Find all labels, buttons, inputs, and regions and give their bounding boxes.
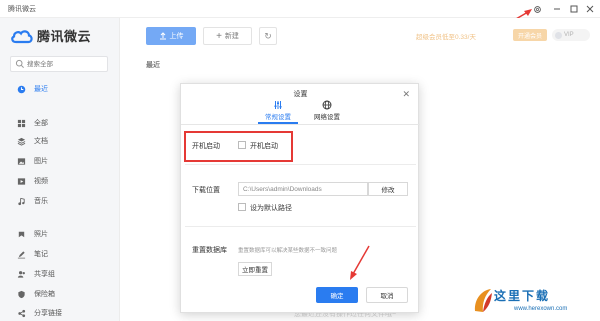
group-icon	[16, 269, 26, 279]
sidebar-item-label: 保险箱	[34, 291, 55, 298]
tab-divider	[181, 124, 420, 125]
sidebar-item-label: 图片	[34, 158, 48, 165]
logo-text: 腾讯微云	[37, 29, 92, 44]
tab-network-settings[interactable]: 网络设置	[307, 100, 347, 121]
video-icon	[16, 176, 26, 186]
annotation-highlight-box	[184, 131, 293, 162]
default-path-label[interactable]: 设为默认路径	[250, 203, 292, 213]
sidebar-item-label: 视频	[34, 178, 48, 185]
sidebar-item-music[interactable]: 音乐	[0, 193, 119, 209]
sidebar-item-photos[interactable]: 照片	[0, 226, 119, 242]
watermark: 这里下载 www.herexown.com	[472, 285, 598, 319]
link-icon	[16, 308, 26, 318]
music-icon	[16, 196, 26, 206]
watermark-text: 这里下载	[494, 289, 551, 303]
annotation-arrow-ok	[350, 245, 370, 280]
photo-icon	[16, 229, 26, 239]
sidebar-item-label: 音乐	[34, 198, 48, 205]
sidebar-item-share-links[interactable]: 分享链接	[0, 305, 119, 321]
sidebar-item-shared-groups[interactable]: 共享组	[0, 266, 119, 282]
sidebar: 腾讯微云 最近 全部 文档 图片 视频 音乐 照片 笔记	[0, 18, 120, 321]
dialog-title: 设置	[293, 91, 308, 98]
window-title: 腾讯微云	[8, 6, 36, 13]
globe-icon	[322, 100, 332, 110]
sidebar-item-notes[interactable]: 笔记	[0, 246, 119, 262]
tab-label: 常规设置	[265, 114, 291, 121]
sidebar-item-label: 分享链接	[34, 310, 62, 317]
sidebar-item-docs[interactable]: 文档	[0, 133, 119, 149]
modify-path-button[interactable]: 修改	[368, 182, 408, 196]
default-path-checkbox[interactable]	[238, 203, 246, 211]
app-logo: 腾讯微云	[10, 26, 91, 45]
layers-icon	[16, 136, 26, 146]
sidebar-item-label: 全部	[34, 120, 48, 127]
pen-icon	[16, 249, 26, 259]
sidebar-item-label: 文档	[34, 138, 48, 145]
sidebar-item-label: 笔记	[34, 251, 48, 258]
reset-database-label: 重置数据库	[192, 247, 227, 254]
divider	[185, 226, 416, 227]
tab-general-settings[interactable]: 常规设置	[258, 100, 298, 121]
reset-database-desc: 重置数据库可以解决某些数据不一致问题	[238, 248, 338, 254]
watermark-logo-icon	[474, 289, 492, 312]
close-icon[interactable]	[582, 1, 598, 17]
search-icon	[15, 59, 24, 68]
reset-now-button[interactable]: 立即重置	[238, 262, 272, 276]
maximize-icon[interactable]	[566, 1, 582, 17]
sliders-icon	[274, 101, 282, 109]
divider	[185, 164, 416, 165]
sidebar-item-safe[interactable]: 保险箱	[0, 286, 119, 302]
grid-icon	[16, 118, 26, 128]
sidebar-item-videos[interactable]: 视频	[0, 173, 119, 189]
active-tab-indicator	[258, 122, 298, 124]
sidebar-item-images[interactable]: 图片	[0, 153, 119, 169]
tab-label: 网络设置	[314, 114, 340, 121]
ok-button[interactable]: 确定	[316, 287, 358, 303]
sidebar-item-label: 最近	[34, 86, 48, 93]
sidebar-item-label: 共享组	[34, 271, 55, 278]
sidebar-item-all[interactable]: 全部	[0, 115, 119, 131]
settings-dialog: 设置 ✕ 常规设置 网络设置 开机启动 开机启动 下载位置 修改 设为默认路径 …	[180, 83, 420, 313]
search-box[interactable]	[10, 56, 108, 72]
sidebar-item-label: 照片	[34, 231, 48, 238]
shield-icon	[16, 289, 26, 299]
download-location-label: 下载位置	[192, 187, 220, 194]
cloud-logo-icon	[11, 29, 33, 43]
minimize-icon[interactable]	[549, 1, 565, 17]
sidebar-item-recent[interactable]: 最近	[0, 81, 119, 97]
clock-icon	[16, 84, 26, 94]
watermark-url: www.herexown.com	[514, 306, 568, 312]
search-input[interactable]	[27, 59, 105, 70]
download-path-field[interactable]	[238, 182, 368, 196]
image-icon	[16, 156, 26, 166]
dialog-close-icon[interactable]: ✕	[402, 89, 410, 100]
cancel-button[interactable]: 取消	[366, 287, 408, 303]
